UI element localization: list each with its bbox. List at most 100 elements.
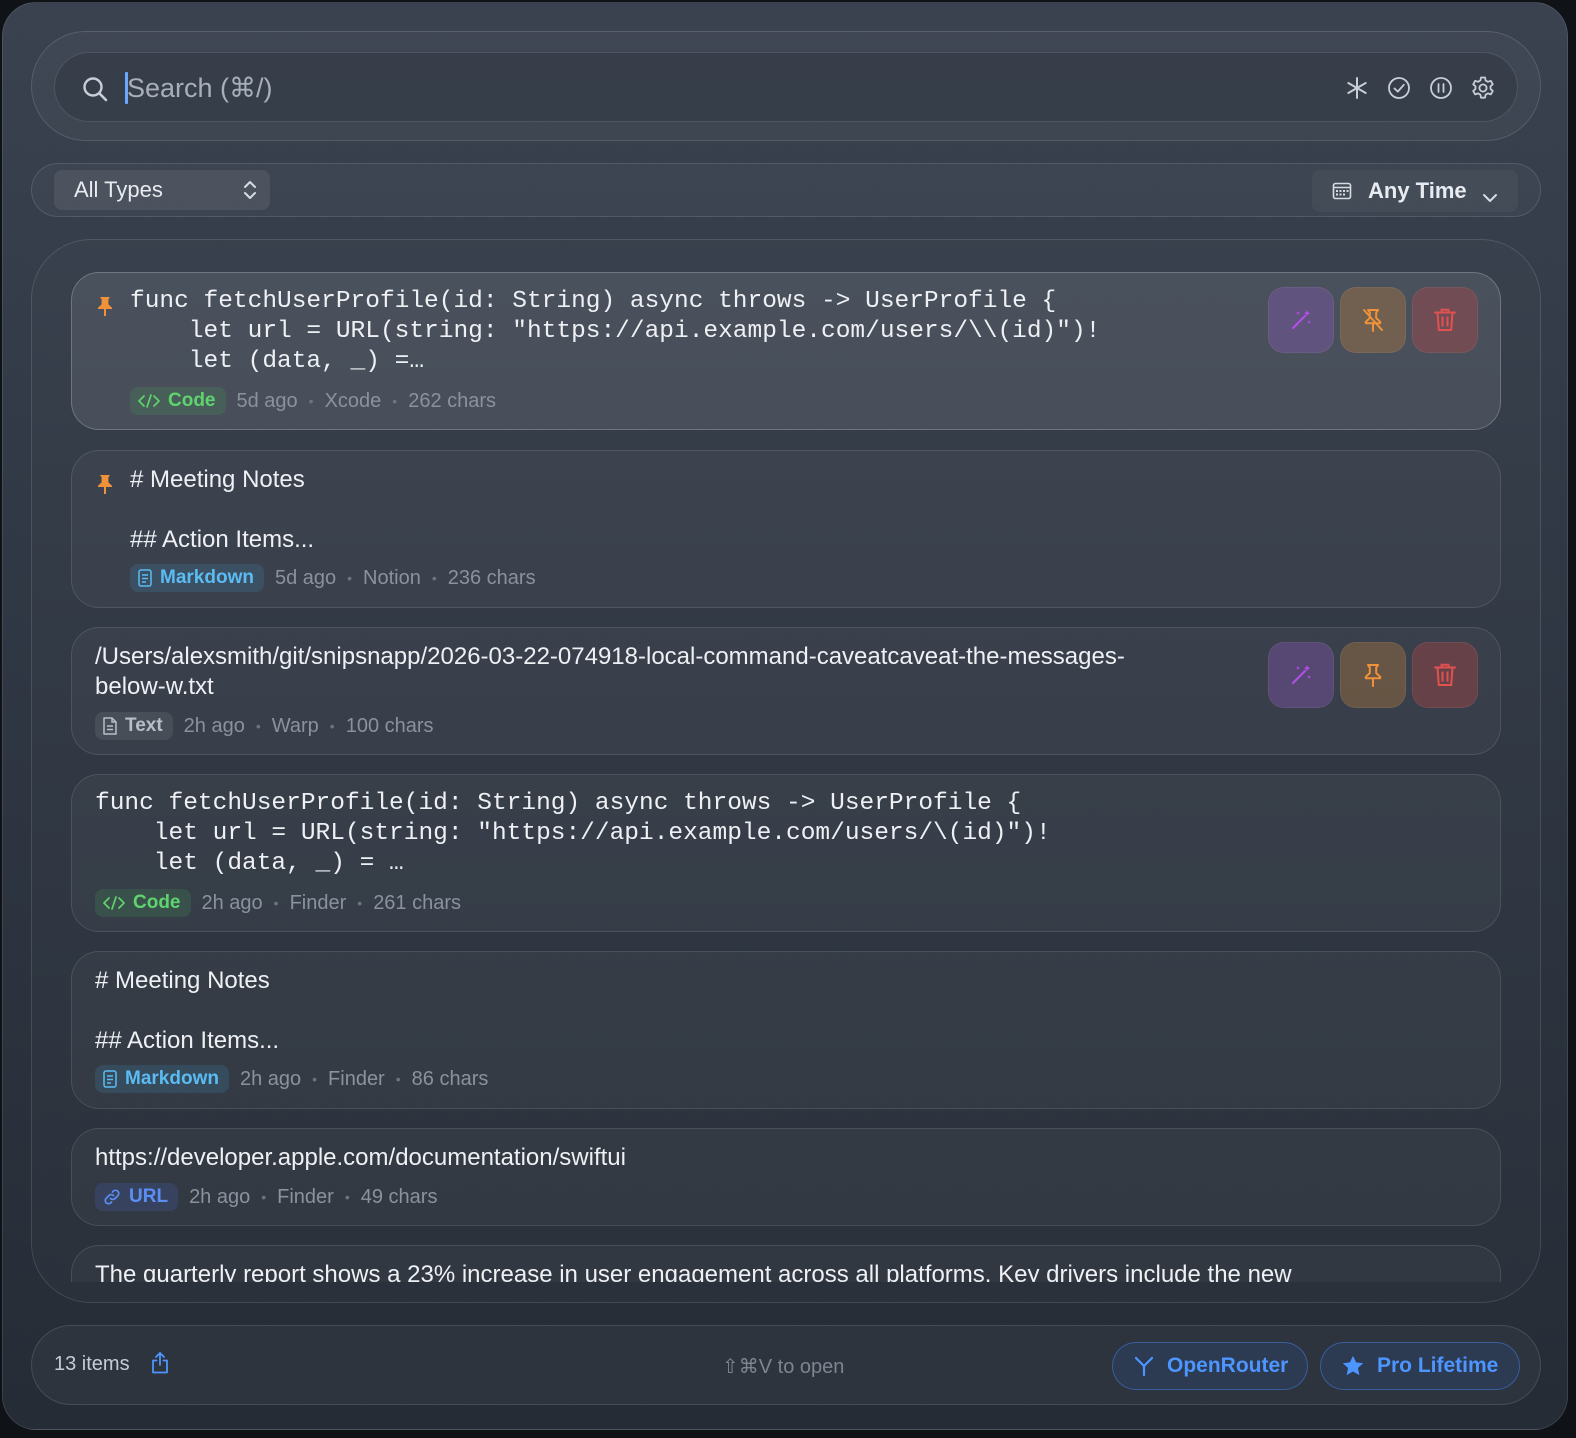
code-icon <box>138 394 160 408</box>
clip-content: func fetchUserProfile(id: String) async … <box>95 790 1051 877</box>
clip-card[interactable]: func fetchUserProfile(id: String) async … <box>71 774 1501 932</box>
clip-meta: Markdown 2h ago • Finder • 86 chars <box>95 1065 488 1093</box>
clip-size: 236 chars <box>447 566 536 589</box>
document-icon <box>103 717 117 735</box>
type-badge: Markdown <box>95 1065 229 1093</box>
trash-icon <box>1434 663 1456 686</box>
markdown-doc-icon <box>138 569 152 587</box>
clip-age: 5d ago <box>236 389 298 412</box>
clip-source: Finder <box>277 1185 334 1208</box>
delete-button[interactable] <box>1412 287 1478 353</box>
type-badge: URL <box>95 1183 179 1211</box>
type-badge-label: Markdown <box>160 567 254 588</box>
clip-content: https://developer.apple.com/documentatio… <box>95 1144 626 1171</box>
search-area <box>31 31 1541 141</box>
pinned-icon <box>95 473 115 495</box>
unpin-button[interactable] <box>1340 287 1406 353</box>
clip-size: 262 chars <box>408 389 497 412</box>
status-bar: 13 items ⇧⌘V to open OpenRouter Pro Life… <box>31 1325 1541 1405</box>
type-filter-label: All Types <box>74 177 163 202</box>
clip-size: 49 chars <box>360 1185 438 1208</box>
clip-content: func fetchUserProfile(id: String) async … <box>130 288 1101 375</box>
asterisk-icon[interactable] <box>1343 74 1371 102</box>
search-icon <box>81 75 109 103</box>
clip-card[interactable]: func fetchUserProfile(id: String) async … <box>71 272 1501 430</box>
clip-source: Notion <box>363 566 421 589</box>
magic-wand-icon <box>1291 665 1311 685</box>
clip-size: 100 chars <box>345 714 434 737</box>
clip-meta: Markdown 5d ago • Notion • 236 chars <box>130 564 536 592</box>
star-icon <box>1341 1354 1365 1378</box>
pin-button[interactable] <box>1340 642 1406 708</box>
clip-meta: Code 5d ago • Xcode • 262 chars <box>130 387 496 415</box>
filter-bar: All Types Any Time <box>31 163 1541 217</box>
clip-meta: URL 2h ago • Finder • 49 chars <box>95 1183 437 1211</box>
type-badge-label: URL <box>129 1186 169 1207</box>
clip-actions <box>1268 287 1478 353</box>
branch-icon <box>1133 1355 1155 1377</box>
ai-transform-button[interactable] <box>1268 287 1334 353</box>
clip-card[interactable]: The quarterly report shows a 23% increas… <box>71 1245 1501 1282</box>
calendar-icon <box>1332 181 1352 207</box>
clip-source: Finder <box>289 891 347 914</box>
type-badge-label: Code <box>133 892 181 913</box>
type-badge-label: Code <box>168 390 216 411</box>
up-down-chevron-icon <box>242 178 258 208</box>
delete-button[interactable] <box>1412 642 1478 708</box>
clip-age: 5d ago <box>274 566 337 589</box>
pro-lifetime-label: Pro Lifetime <box>1377 1354 1499 1377</box>
time-filter-select[interactable]: Any Time <box>1312 170 1518 212</box>
clip-source: Xcode <box>324 389 382 412</box>
code-icon <box>103 896 125 910</box>
markdown-doc-icon <box>103 1070 117 1088</box>
gear-icon[interactable] <box>1469 74 1497 102</box>
type-badge-label: Markdown <box>125 1068 219 1089</box>
type-badge: Code <box>130 387 226 415</box>
clip-meta: Text 2h ago • Warp • 100 chars <box>95 712 434 740</box>
link-icon <box>103 1188 121 1206</box>
clip-content: /Users/alexsmith/git/snipsnapp/2026-03-2… <box>95 643 1125 700</box>
clip-content: # Meeting Notes ## Action Items... <box>95 967 280 1054</box>
item-count: 13 items <box>54 1353 130 1375</box>
clip-age: 2h ago <box>239 1067 302 1090</box>
clip-age: 2h ago <box>201 891 263 914</box>
clip-list: func fetchUserProfile(id: String) async … <box>31 239 1541 1303</box>
clip-content: # Meeting Notes ## Action Items... <box>130 466 315 553</box>
clip-card[interactable]: /Users/alexsmith/git/snipsnapp/2026-03-2… <box>71 627 1501 755</box>
clip-size: 261 chars <box>373 891 462 914</box>
clip-card[interactable]: https://developer.apple.com/documentatio… <box>71 1128 1501 1226</box>
search-input[interactable] <box>127 66 1227 110</box>
magic-wand-icon <box>1291 310 1311 330</box>
pin-slash-icon <box>1363 309 1383 332</box>
trash-icon <box>1434 308 1456 331</box>
type-badge: Code <box>95 889 191 917</box>
type-badge: Markdown <box>130 564 264 592</box>
openrouter-label: OpenRouter <box>1167 1354 1289 1377</box>
clip-age: 2h ago <box>183 714 245 737</box>
clip-meta: Code 2h ago • Finder • 261 chars <box>95 889 461 917</box>
type-filter-select[interactable]: All Types <box>54 170 270 210</box>
clip-content: The quarterly report shows a 23% increas… <box>95 1261 1292 1282</box>
clip-card[interactable]: # Meeting Notes ## Action Items... Markd… <box>71 450 1501 608</box>
time-filter-label: Any Time <box>1368 178 1467 203</box>
check-circle-icon[interactable] <box>1385 74 1413 102</box>
clip-size: 86 chars <box>411 1067 489 1090</box>
pause-circle-icon[interactable] <box>1427 74 1455 102</box>
chevron-down-icon <box>1482 184 1498 210</box>
clip-card[interactable]: # Meeting Notes ## Action Items... Markd… <box>71 951 1501 1109</box>
share-icon[interactable] <box>150 1350 170 1381</box>
type-badge: Text <box>95 712 173 740</box>
openrouter-button[interactable]: OpenRouter <box>1112 1342 1308 1390</box>
pinned-icon <box>95 295 115 317</box>
pro-lifetime-button[interactable]: Pro Lifetime <box>1320 1342 1520 1390</box>
clipboard-window: All Types Any Time func fetchUserProfile… <box>2 2 1568 1430</box>
pin-icon <box>1364 664 1382 687</box>
search-bar[interactable] <box>54 52 1518 122</box>
clip-source: Finder <box>328 1067 385 1090</box>
open-shortcut-hint: ⇧⌘V to open <box>722 1356 845 1378</box>
clip-source: Warp <box>271 714 319 737</box>
clip-age: 2h ago <box>189 1185 251 1208</box>
clip-actions <box>1268 642 1478 708</box>
ai-transform-button[interactable] <box>1268 642 1334 708</box>
type-badge-label: Text <box>125 715 163 736</box>
